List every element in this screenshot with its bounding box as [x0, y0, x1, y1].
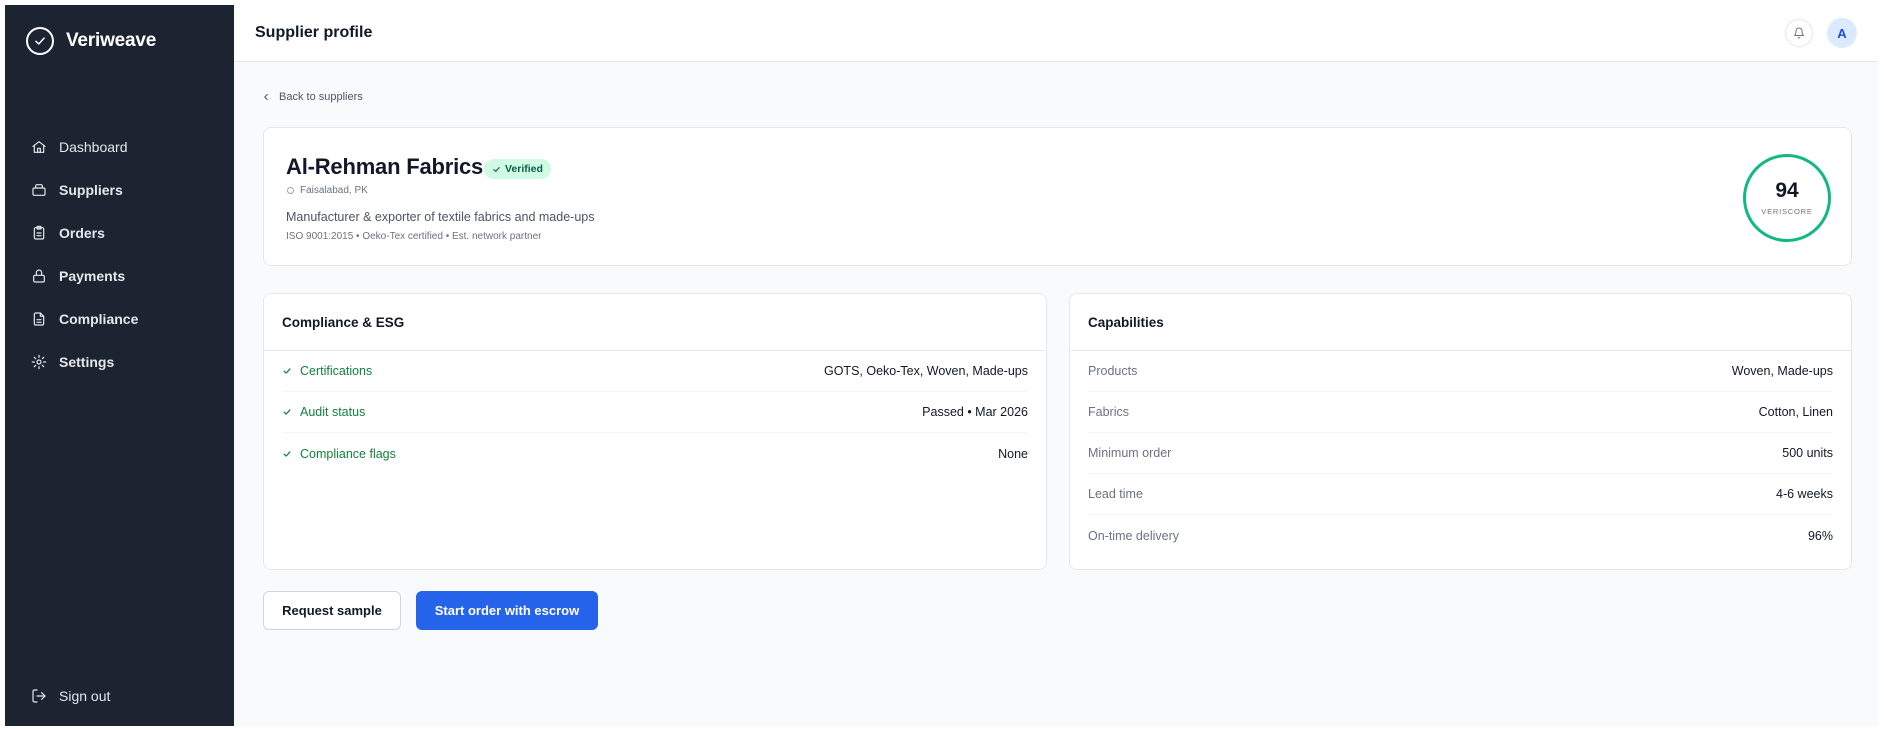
location-text: Faisalabad, PK: [300, 185, 368, 196]
row-label: Compliance flags: [300, 446, 396, 461]
veriscore-label: VERISCORE: [1761, 207, 1813, 216]
supplier-location: Faisalabad, PK: [286, 185, 368, 196]
sidebar: Veriweave Dashboard Suppliers Orders Pay…: [5, 5, 234, 726]
row-value: Passed • Mar 2026: [922, 405, 1028, 419]
sidebar-item-dashboard[interactable]: Dashboard: [31, 125, 221, 168]
notifications-button[interactable]: [1785, 19, 1813, 47]
row-label: On-time delivery: [1088, 528, 1179, 543]
supplier-name: Al-Rehman Fabrics: [286, 154, 484, 179]
brand[interactable]: Veriweave: [26, 27, 156, 55]
logout-icon: [32, 689, 46, 703]
row-value: 4-6 weeks: [1776, 487, 1833, 501]
compliance-esg-card: Compliance & ESG Certifications GOTS, Oe…: [263, 293, 1047, 570]
avatar[interactable]: A: [1827, 18, 1857, 48]
veriscore-value: 94: [1775, 179, 1799, 202]
row-label: Fabrics: [1088, 405, 1129, 419]
sidebar-item-label: Dashboard: [59, 138, 128, 155]
sidebar-item-orders[interactable]: Orders: [31, 211, 221, 254]
sidebar-item-label: Compliance: [59, 310, 139, 327]
start-order-escrow-button[interactable]: Start order with escrow: [416, 591, 598, 630]
capability-row-fabrics: Fabrics Cotton, Linen: [1088, 392, 1833, 433]
page-title: Supplier profile: [255, 24, 373, 41]
location-dot-icon: [287, 187, 294, 194]
row-value: Woven, Made-ups: [1731, 364, 1833, 378]
capability-row-lead-time: Lead time 4-6 weeks: [1088, 474, 1833, 515]
row-label: Lead time: [1088, 487, 1143, 501]
row-label: Certifications: [300, 364, 373, 378]
home-icon: [32, 140, 46, 153]
compliance-rows: Certifications GOTS, Oeko-Tex, Woven, Ma…: [264, 351, 1046, 474]
sidebar-item-label: Payments: [59, 267, 126, 284]
back-to-suppliers-link[interactable]: Back to suppliers: [261, 91, 363, 103]
capability-row-minimum-order: Minimum order 500 units: [1088, 433, 1833, 474]
file-icon: [33, 311, 45, 326]
verified-badge-label: Verified: [505, 163, 543, 175]
main-content: Supplier profile A Back to suppliers Al-…: [234, 5, 1878, 726]
sidebar-item-label: Suppliers: [59, 181, 123, 198]
check-icon: [283, 450, 291, 457]
capabilities-rows: Products Woven, Made-ups Fabrics Cotton,…: [1070, 351, 1851, 556]
row-value: 500 units: [1782, 446, 1833, 460]
top-actions: A: [1785, 18, 1857, 48]
app-frame: Veriweave Dashboard Suppliers Orders Pay…: [5, 5, 1878, 726]
row-value: None: [998, 446, 1028, 461]
row-value: Cotton, Linen: [1758, 405, 1833, 419]
brand-name: Veriweave: [66, 30, 157, 51]
sidebar-item-label: Orders: [59, 224, 105, 241]
capability-row-on-time-delivery: On-time delivery 96%: [1088, 515, 1833, 556]
check-icon: [493, 166, 500, 172]
sidebar-nav: Dashboard Suppliers Orders Payments Comp…: [31, 125, 221, 383]
sidebar-item-compliance[interactable]: Compliance: [31, 297, 221, 340]
back-link-label: Back to suppliers: [279, 91, 363, 103]
compliance-row-certifications: Certifications GOTS, Oeko-Tex, Woven, Ma…: [282, 351, 1028, 392]
sidebar-item-settings[interactable]: Settings: [31, 340, 221, 383]
bell-icon: [1794, 27, 1804, 39]
row-value: 96%: [1807, 528, 1833, 543]
supplier-profile-card: Al-Rehman Fabrics Verified Faisalabad, P…: [263, 127, 1852, 266]
gear-icon: [31, 354, 47, 369]
compliance-row-audit-status: Audit status Passed • Mar 2026: [282, 392, 1028, 433]
row-label: Audit status: [300, 405, 366, 419]
row-value: GOTS, Oeko-Tex, Woven, Made-ups: [823, 364, 1028, 378]
veriscore-badge: 94 VERISCORE: [1743, 154, 1831, 242]
lock-icon: [33, 268, 45, 283]
compliance-title: Compliance & ESG: [264, 294, 1046, 351]
check-icon: [283, 409, 291, 415]
capabilities-title: Capabilities: [1070, 294, 1851, 351]
supplier-certs-line: ISO 9001:2015 • Oeko-Tex certified • Est…: [286, 231, 542, 242]
top-bar: Supplier profile A: [234, 5, 1878, 62]
clipboard-icon: [33, 225, 45, 240]
check-icon: [283, 368, 291, 374]
chevron-left-icon: [264, 93, 268, 101]
check-circle-logo-icon: [26, 27, 54, 55]
building-icon: [32, 183, 46, 196]
row-label: Minimum order: [1088, 446, 1172, 460]
request-sample-button[interactable]: Request sample: [263, 591, 401, 630]
capabilities-card: Capabilities Products Woven, Made-ups Fa…: [1069, 293, 1852, 570]
capability-row-products: Products Woven, Made-ups: [1088, 351, 1833, 392]
row-label: Products: [1088, 364, 1138, 378]
sidebar-item-label: Settings: [59, 353, 115, 370]
sidebar-item-suppliers[interactable]: Suppliers: [31, 168, 221, 211]
sign-out-label: Sign out: [59, 688, 111, 704]
verified-badge: Verified: [484, 159, 551, 179]
supplier-description: Manufacturer & exporter of textile fabri…: [286, 210, 595, 224]
sidebar-item-payments[interactable]: Payments: [31, 254, 221, 297]
sign-out-button[interactable]: Sign out: [31, 688, 110, 704]
compliance-row-flags: Compliance flags None: [282, 433, 1028, 474]
